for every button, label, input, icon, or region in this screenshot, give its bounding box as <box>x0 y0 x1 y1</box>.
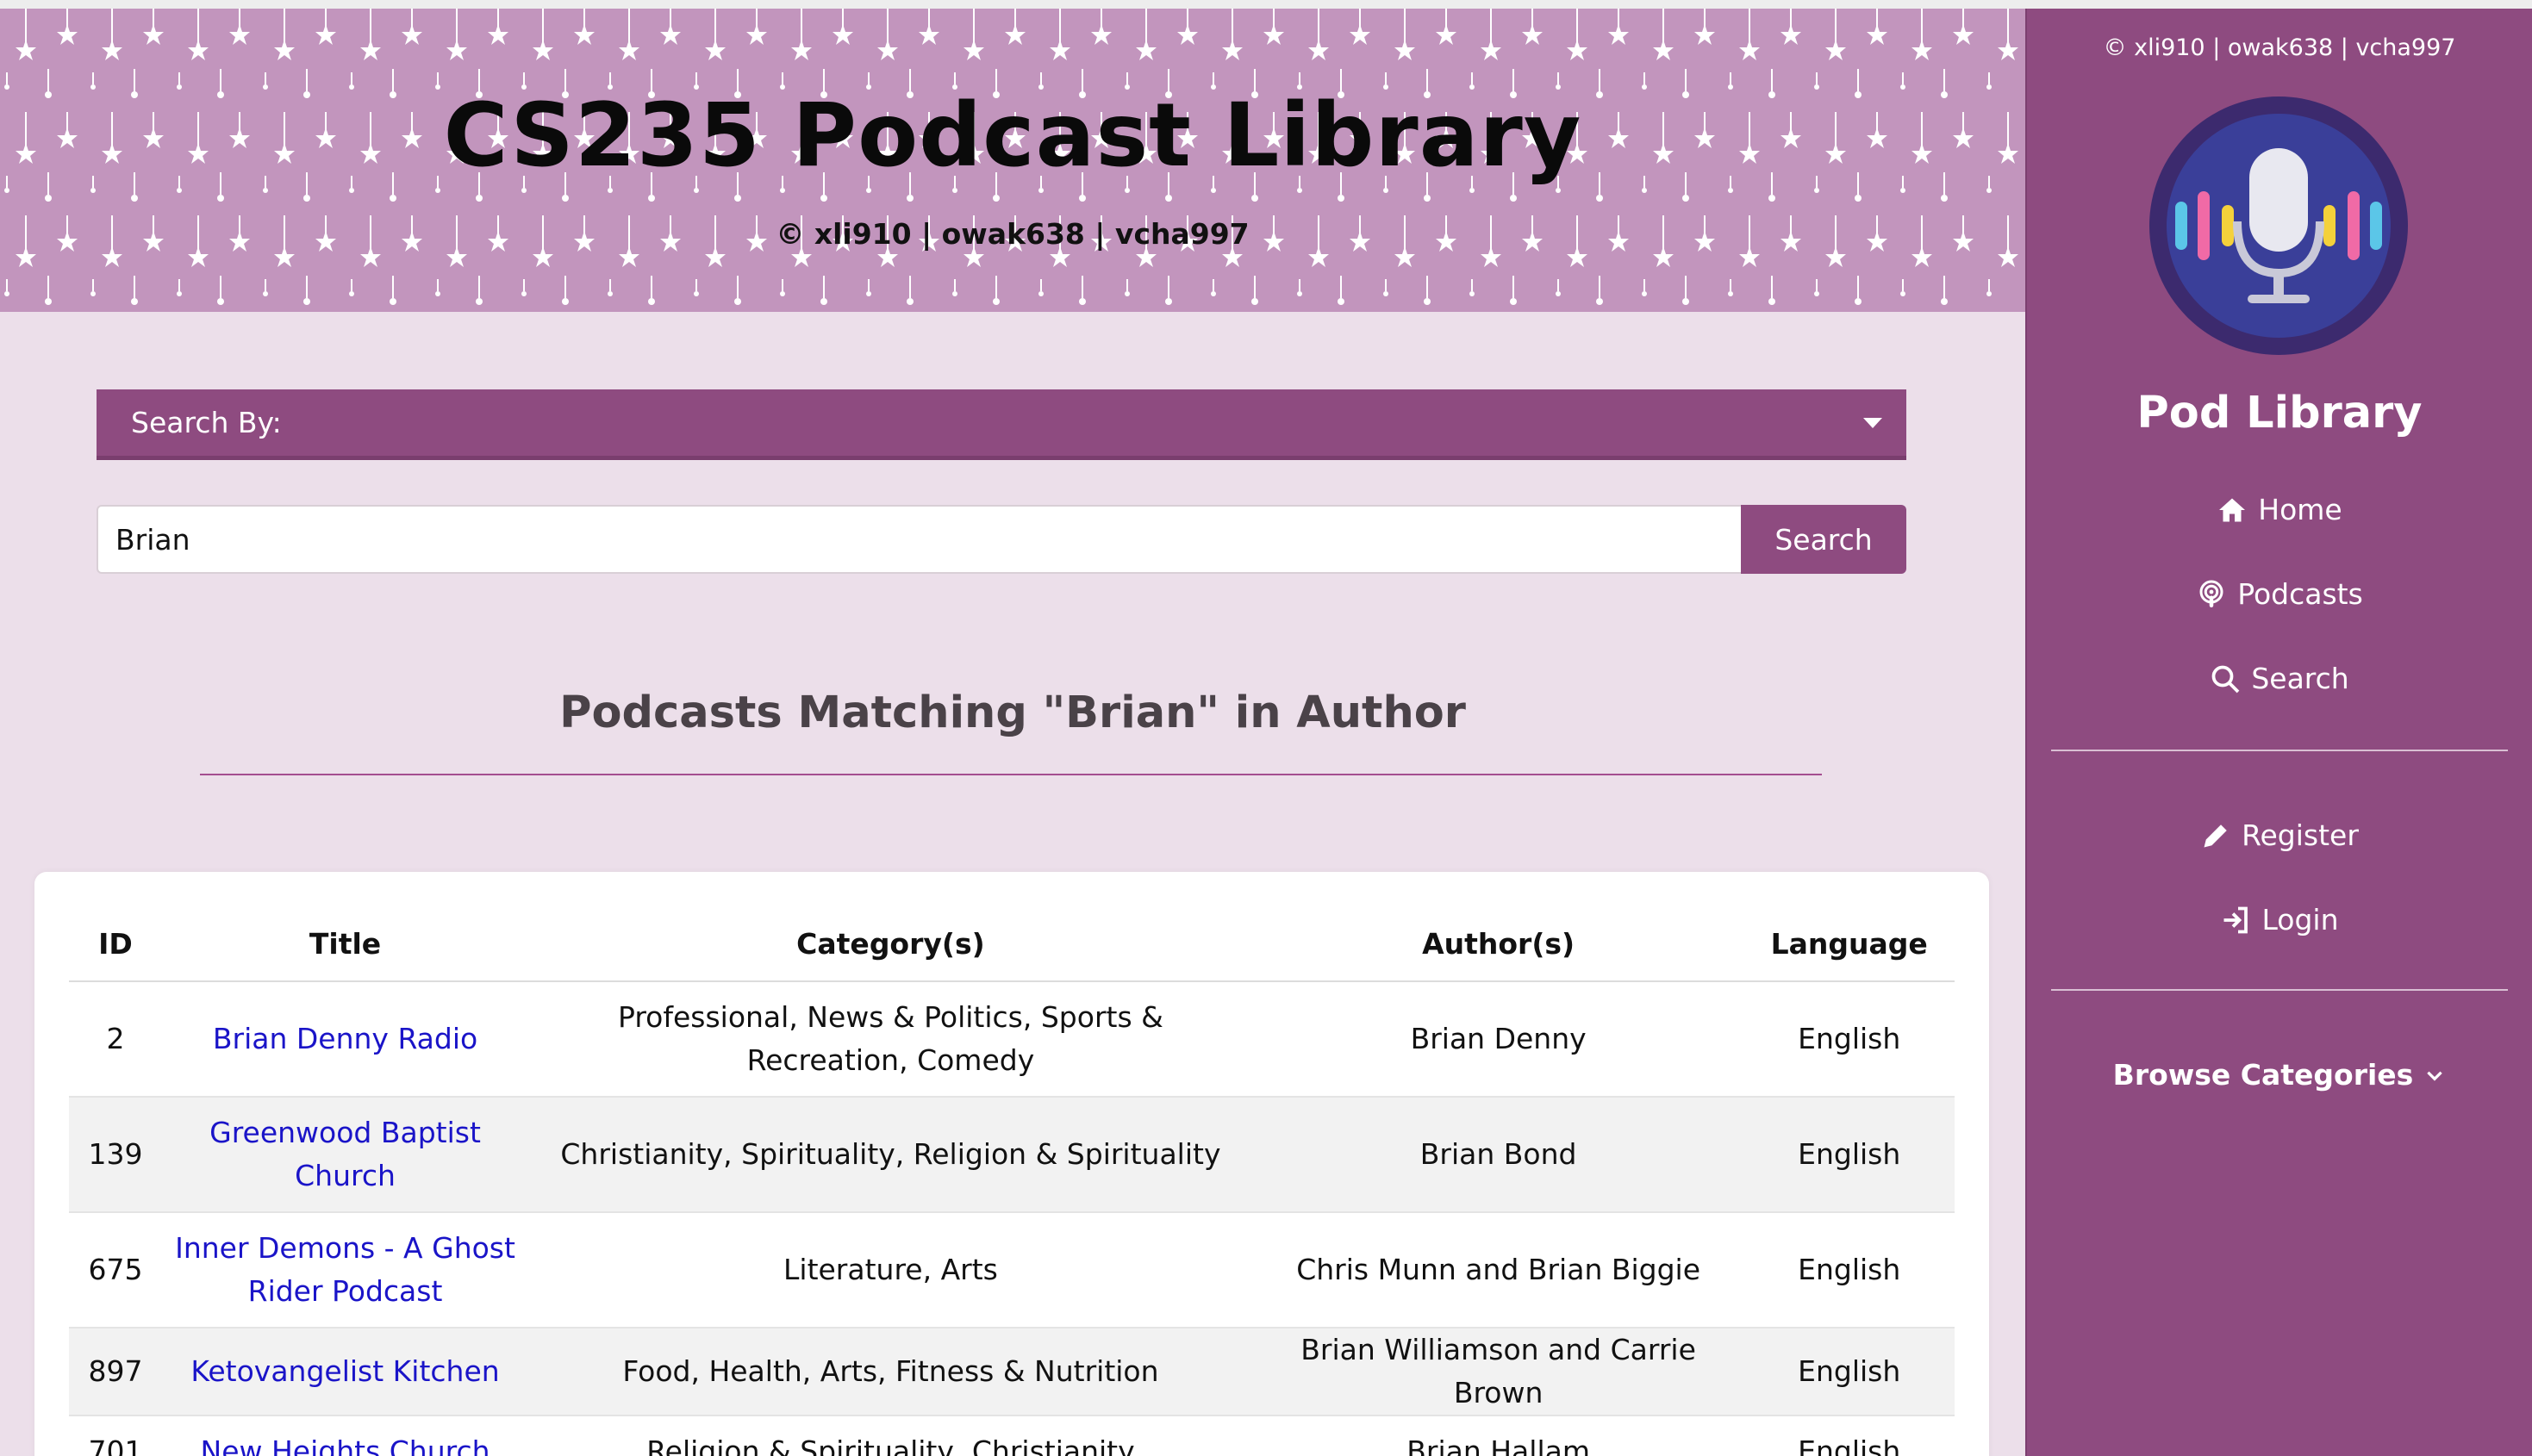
cell-categories: Food, Health, Arts, Fitness & Nutrition <box>528 1328 1253 1416</box>
cell-id: 701 <box>69 1416 162 1456</box>
cell-categories: Professional, News & Politics, Sports & … <box>528 981 1253 1098</box>
cell-authors: Brian Bond <box>1252 1097 1744 1213</box>
top-edge <box>0 0 2532 9</box>
cell-id: 897 <box>69 1328 162 1416</box>
column-header-title: Title <box>161 906 529 982</box>
column-header-authors: Author(s) <box>1252 906 1744 982</box>
nav-podcasts-label: Podcasts <box>2237 577 2363 611</box>
browse-categories-toggle[interactable]: Browse Categories <box>2027 1058 2532 1092</box>
cell-authors: Brian Hallam <box>1252 1416 1744 1456</box>
sidebar-divider <box>2051 989 2508 991</box>
cell-authors: Brian Denny <box>1252 981 1744 1098</box>
table-row: 675 Inner Demons - A Ghost Rider Podcast… <box>69 1212 1955 1328</box>
podcast-icon <box>2199 580 2223 607</box>
nav-podcasts[interactable]: Podcasts <box>2027 577 2532 611</box>
table-row: 2 Brian Denny Radio Professional, News &… <box>69 981 1955 1098</box>
main-content: CS235 Podcast Library © xli910 | owak638… <box>0 9 2025 1456</box>
search-button[interactable]: Search <box>1741 505 1906 574</box>
cell-title: Ketovangelist Kitchen <box>161 1328 529 1416</box>
cell-language: English <box>1743 1416 1955 1456</box>
nav-register[interactable]: Register <box>2027 818 2532 852</box>
search-input[interactable] <box>97 505 1743 574</box>
results-table: ID Title Category(s) Author(s) Language … <box>69 906 1955 1456</box>
sidebar: © xli910 | owak638 | vcha997 Pod Library… <box>2025 9 2532 1456</box>
login-icon <box>2223 906 2248 933</box>
podcast-title-link[interactable]: New Heights Church <box>201 1434 490 1456</box>
cell-language: English <box>1743 1212 1955 1328</box>
cell-id: 139 <box>69 1097 162 1213</box>
column-header-categories: Category(s) <box>528 906 1253 982</box>
cell-authors: Chris Munn and Brian Biggie <box>1252 1212 1744 1328</box>
table-row: 701 New Heights Church Religion & Spirit… <box>69 1416 1955 1456</box>
podcast-title-link[interactable]: Inner Demons - A Ghost Rider Podcast <box>175 1231 515 1308</box>
podcast-title-link[interactable]: Ketovangelist Kitchen <box>190 1354 499 1388</box>
site-title: CS235 Podcast Library <box>443 84 1582 187</box>
podcast-title-link[interactable]: Greenwood Baptist Church <box>209 1116 481 1192</box>
cell-id: 2 <box>69 981 162 1098</box>
cell-categories: Christianity, Spirituality, Religion & S… <box>528 1097 1253 1213</box>
search-by-dropdown[interactable]: Search By: <box>97 389 1906 460</box>
pencil-icon <box>2204 824 2227 847</box>
cell-categories: Literature, Arts <box>528 1212 1253 1328</box>
table-row: 897 Ketovangelist Kitchen Food, Health, … <box>69 1328 1955 1416</box>
search-icon <box>2211 665 2240 693</box>
table-header-row: ID Title Category(s) Author(s) Language <box>69 906 1955 982</box>
nav-home[interactable]: Home <box>2027 493 2532 526</box>
results-heading: Podcasts Matching "Brian" in Author <box>559 688 1466 738</box>
table-row: 139 Greenwood Baptist Church Christianit… <box>69 1097 1955 1213</box>
results-card: ID Title Category(s) Author(s) Language … <box>34 872 1989 1456</box>
cell-authors: Brian Williamson and Carrie Brown <box>1252 1328 1744 1416</box>
cell-language: English <box>1743 1328 1955 1416</box>
nav-login[interactable]: Login <box>2027 903 2532 936</box>
cell-title: New Heights Church <box>161 1416 529 1456</box>
header-banner: CS235 Podcast Library © xli910 | owak638… <box>0 9 2025 312</box>
nav-search[interactable]: Search <box>2027 662 2532 695</box>
browse-categories-label: Browse Categories <box>2112 1058 2414 1092</box>
cell-title: Inner Demons - A Ghost Rider Podcast <box>161 1212 529 1328</box>
search-by-label: Search By: <box>131 406 282 439</box>
column-header-id: ID <box>69 906 162 982</box>
column-header-language: Language <box>1743 906 1955 982</box>
nav-search-label: Search <box>2251 662 2349 695</box>
cell-title: Brian Denny Radio <box>161 981 529 1098</box>
cell-language: English <box>1743 981 1955 1098</box>
nav-home-label: Home <box>2258 493 2342 526</box>
cell-title: Greenwood Baptist Church <box>161 1097 529 1213</box>
cell-categories: Religion & Spirituality, Christianity <box>528 1416 1253 1456</box>
caret-down-icon <box>1863 418 1882 428</box>
site-subtitle: © xli910 | owak638 | vcha997 <box>776 217 1250 251</box>
heading-divider <box>200 774 1822 775</box>
sidebar-brand: Pod Library <box>2136 388 2423 439</box>
chevron-down-icon <box>2427 1071 2443 1081</box>
cell-id: 675 <box>69 1212 162 1328</box>
nav-register-label: Register <box>2242 818 2359 852</box>
microphone-logo-icon <box>2149 96 2408 355</box>
podcast-title-link[interactable]: Brian Denny Radio <box>213 1022 477 1055</box>
nav-login-label: Login <box>2261 903 2339 936</box>
sidebar-copyright: © xli910 | owak638 | vcha997 <box>2103 34 2456 61</box>
home-icon <box>2219 498 2246 521</box>
sidebar-divider <box>2051 750 2508 751</box>
cell-language: English <box>1743 1097 1955 1213</box>
